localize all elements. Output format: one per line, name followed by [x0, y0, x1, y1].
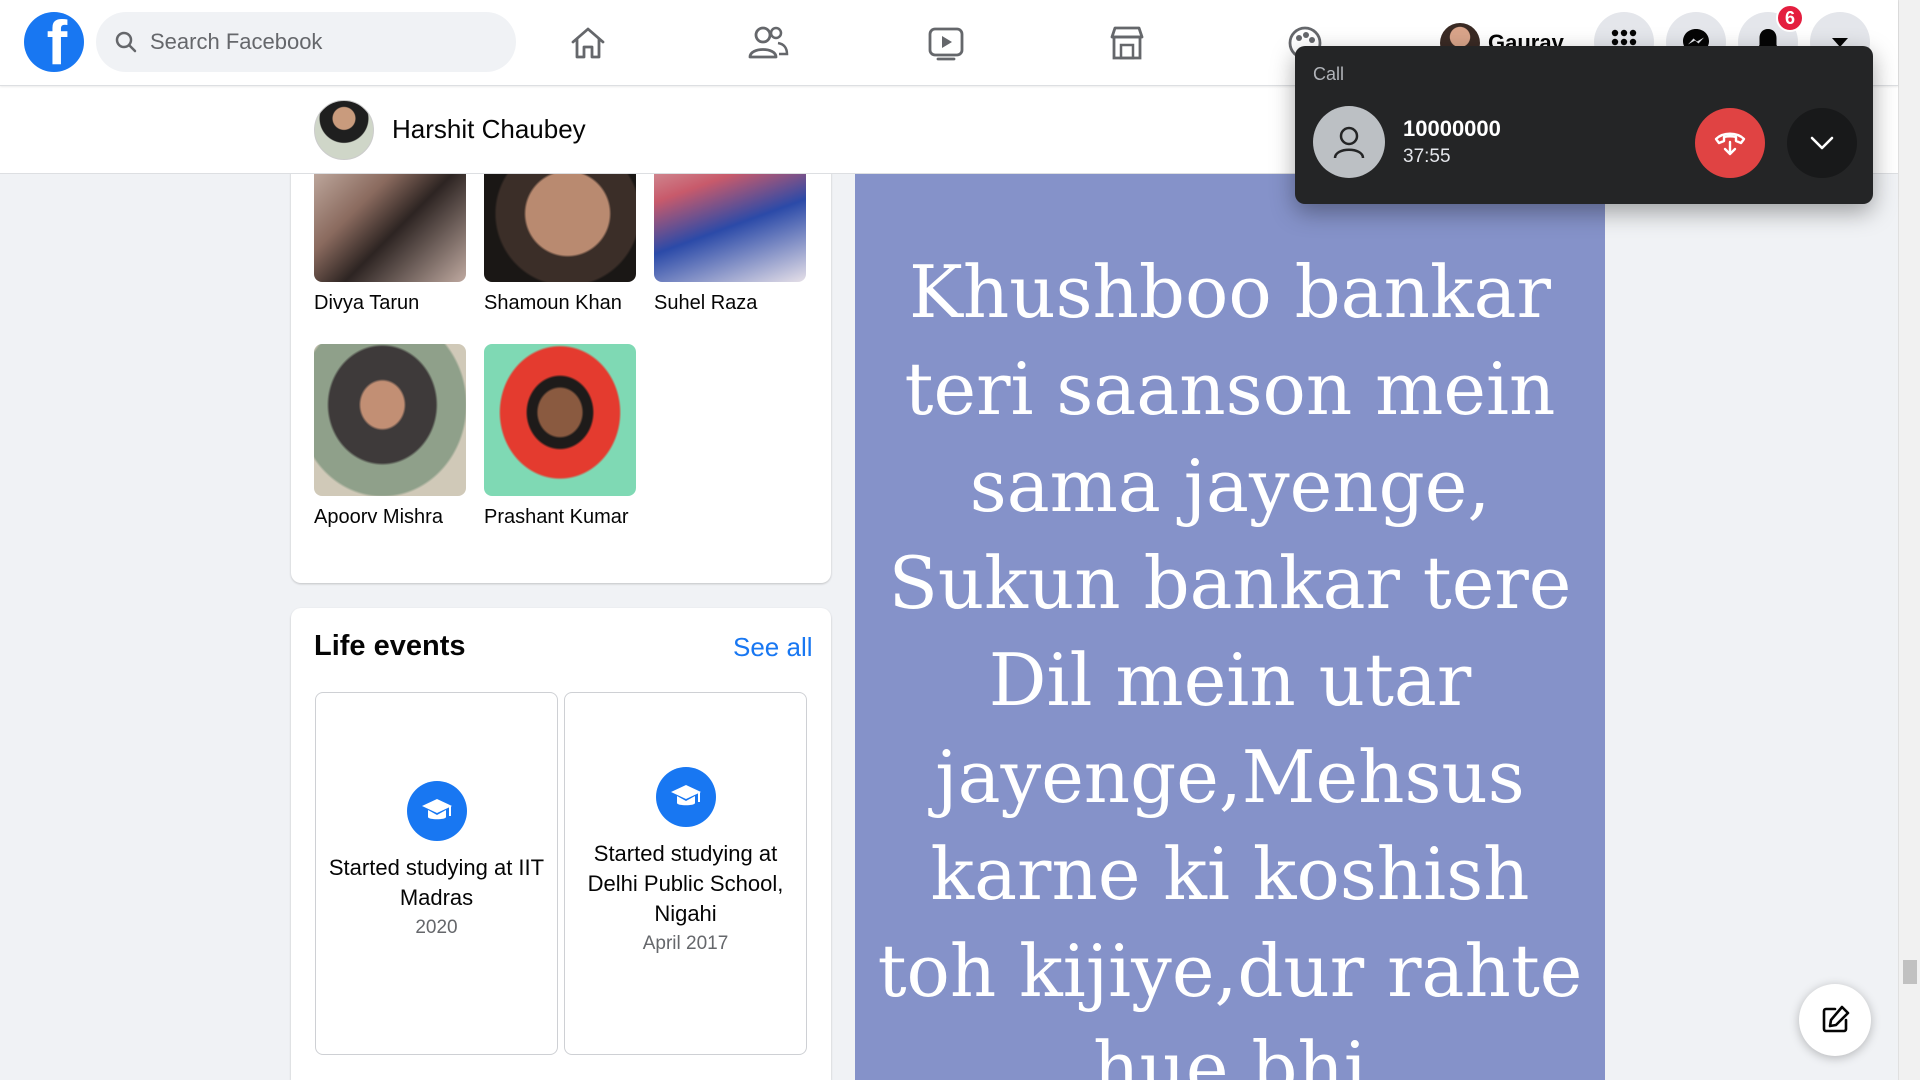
- call-label: Call: [1313, 64, 1345, 84]
- watch-icon[interactable]: [916, 18, 976, 68]
- quote-post[interactable]: Khushboo bankar teri saanson mein sama j…: [855, 174, 1605, 1080]
- life-events-title: Life events: [314, 630, 466, 662]
- friends-card: Divya Tarun Shamoun Khan Suhel Raza Apoo…: [291, 130, 831, 583]
- marketplace-icon[interactable]: [1097, 18, 1157, 68]
- life-event-title: Started studying at IIT Madras: [328, 855, 545, 910]
- friend-photo: [314, 344, 466, 496]
- new-message-button[interactable]: [1799, 984, 1871, 1056]
- notification-badge: 6: [1776, 4, 1804, 32]
- friend-name[interactable]: Divya Tarun: [314, 292, 468, 315]
- friend-name[interactable]: Shamoun Khan: [484, 292, 638, 315]
- home-icon[interactable]: [558, 18, 618, 68]
- call-popup: Call 10000000 37:55: [1295, 46, 1873, 204]
- friend-photo: [484, 344, 636, 496]
- search-box[interactable]: [96, 12, 516, 72]
- compose-icon: [1822, 1005, 1850, 1033]
- avatar[interactable]: [314, 100, 374, 160]
- profile-name[interactable]: Harshit Chaubey: [392, 114, 586, 145]
- quote-post-text: Khushboo bankar teri saanson mein sama j…: [877, 250, 1583, 1080]
- search-icon: [115, 31, 137, 53]
- friend-tile[interactable]: Prashant Kumar: [484, 344, 638, 529]
- life-event-date: 2020: [415, 917, 458, 938]
- friend-tile[interactable]: Apoorv Mishra: [314, 344, 468, 529]
- friends-icon[interactable]: [738, 18, 798, 68]
- life-event-title: Started studying at Delhi Public School,…: [587, 841, 784, 926]
- chevron-down-icon: [1810, 136, 1834, 150]
- caller-number: 10000000: [1403, 116, 1501, 141]
- facebook-logo-icon[interactable]: f: [24, 12, 84, 72]
- collapse-call-button[interactable]: [1787, 108, 1857, 178]
- friend-name[interactable]: Apoorv Mishra: [314, 506, 468, 529]
- person-placeholder-icon: [1313, 106, 1385, 178]
- life-event-item[interactable]: Started studying at IIT Madras 2020: [315, 692, 558, 1055]
- call-duration: 37:55: [1403, 146, 1451, 167]
- friend-name[interactable]: Prashant Kumar: [484, 506, 638, 529]
- graduation-cap-icon: [655, 767, 716, 827]
- life-event-item[interactable]: Started studying at Delhi Public School,…: [564, 692, 807, 1055]
- end-call-icon: [1714, 132, 1746, 156]
- end-call-button[interactable]: [1695, 108, 1765, 178]
- page-scrollbar[interactable]: [1898, 0, 1920, 1080]
- search-input[interactable]: [150, 29, 480, 55]
- see-all-link[interactable]: See all: [733, 632, 813, 663]
- friend-name[interactable]: Suhel Raza: [654, 292, 808, 315]
- life-event-date: April 2017: [642, 933, 729, 954]
- graduation-cap-icon: [406, 781, 467, 841]
- scrollbar-thumb[interactable]: [1903, 960, 1917, 984]
